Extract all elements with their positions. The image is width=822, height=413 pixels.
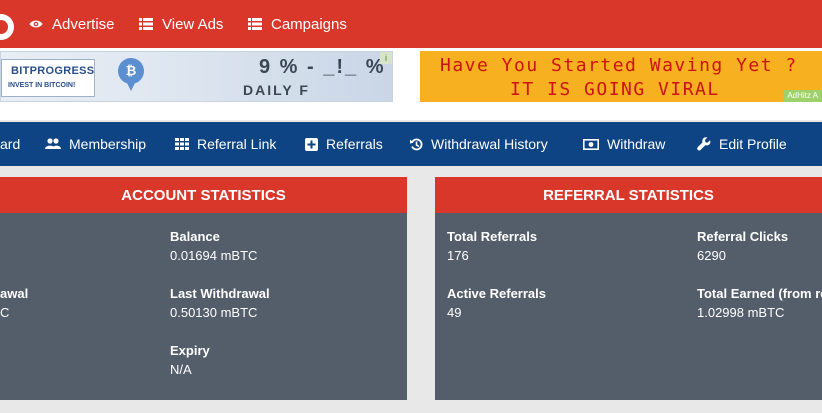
nav-dashboard[interactable]: ard xyxy=(0,122,20,166)
nav-advertise[interactable]: Advertise xyxy=(29,0,115,48)
stat-balance-value: 0.01694 mBTC xyxy=(170,248,258,263)
nav-dashboard-label: ard xyxy=(0,136,21,152)
nav-referrals[interactable]: Referrals xyxy=(305,122,383,166)
nav-membership[interactable]: Membership xyxy=(45,122,146,166)
banner-tagline: INVEST IN BITCOIN! xyxy=(8,82,76,89)
stat-expiry-label: Expiry xyxy=(170,343,210,358)
grid-icon xyxy=(175,138,189,150)
stat-total-earned: Total Earned (from re 1.02998 mBTC xyxy=(697,285,822,321)
banner-line1: Have You Started Waving Yet ? xyxy=(440,55,798,76)
stat-referral-clicks: Referral Clicks 6290 xyxy=(697,228,788,264)
banner-headline: 9 % - _!_ % xyxy=(259,56,386,78)
stat-total-referrals-value: 176 xyxy=(447,248,469,263)
money-icon xyxy=(583,138,599,150)
nav-withdrawal-history[interactable]: Withdrawal History xyxy=(410,122,548,166)
nav-referrals-label: Referrals xyxy=(326,136,383,152)
stat-last-withdrawal: Last Withdrawal 0.50130 mBTC xyxy=(170,285,270,321)
nav-edit-profile[interactable]: Edit Profile xyxy=(697,122,787,166)
stat-last-withdrawal-label: Last Withdrawal xyxy=(170,286,270,301)
stat-total-withdrawn-value: C xyxy=(0,305,10,320)
referral-statistics-title: REFERRAL STATISTICS xyxy=(435,177,822,213)
eye-icon xyxy=(29,19,43,29)
nav-withdraw-label: Withdraw xyxy=(607,136,666,152)
banner-subline: DAILY F xyxy=(243,82,310,98)
stat-total-referrals-label: Total Referrals xyxy=(447,229,538,244)
stat-balance: Balance 0.01694 mBTC xyxy=(170,228,257,264)
nav-referral-link[interactable]: Referral Link xyxy=(175,122,276,166)
stat-active-referrals-label: Active Referrals xyxy=(447,286,546,301)
wrench-icon xyxy=(697,137,711,151)
stat-referral-clicks-value: 6290 xyxy=(697,248,726,263)
nav-view-ads[interactable]: View Ads xyxy=(139,0,223,48)
stat-total-earned-value: 1.02998 mBTC xyxy=(697,305,785,320)
bitprogress-banner-ad[interactable]: BITPROGRESS INVEST IN BITCOIN! ₿ 9 % - _… xyxy=(0,51,393,102)
list-icon xyxy=(248,18,262,30)
nav-referral-link-label: Referral Link xyxy=(197,136,277,152)
bitprogress-logo: BITPROGRESS INVEST IN BITCOIN! xyxy=(1,59,95,97)
adhitz-badge[interactable]: AdHitz A xyxy=(783,90,822,102)
account-statistics-panel: ACCOUNT STATISTICS Balance 0.01694 mBTC … xyxy=(0,177,407,400)
stat-active-referrals: Active Referrals 49 xyxy=(447,285,546,321)
nav-membership-label: Membership xyxy=(69,136,147,152)
stat-total-earned-label: Total Earned (from re xyxy=(697,286,822,301)
account-nav: ard Membership Referral Link Referrals W xyxy=(0,122,822,166)
top-nav: Advertise View Ads Campaigns xyxy=(0,0,822,48)
ad-info-icon[interactable]: i xyxy=(380,52,392,64)
stat-total-referrals: Total Referrals 176 xyxy=(447,228,537,264)
nav-withdraw[interactable]: Withdraw xyxy=(583,122,665,166)
stat-last-withdrawal-value: 0.50130 mBTC xyxy=(170,305,258,320)
nav-advertise-label: Advertise xyxy=(52,15,115,33)
nav-view-ads-label: View Ads xyxy=(162,15,224,33)
account-statistics-title: ACCOUNT STATISTICS xyxy=(0,177,407,213)
nav-edit-profile-label: Edit Profile xyxy=(719,136,787,152)
referral-statistics-panel: REFERRAL STATISTICS Total Referrals 176 … xyxy=(435,177,822,400)
stat-referral-clicks-label: Referral Clicks xyxy=(697,229,789,244)
stat-expiry-value: N/A xyxy=(170,362,192,377)
list-icon xyxy=(139,18,153,30)
banner-row: BITPROGRESS INVEST IN BITCOIN! ₿ 9 % - _… xyxy=(0,48,822,120)
stat-expiry: Expiry N/A xyxy=(170,342,210,378)
plus-square-icon xyxy=(305,137,318,151)
page: Advertise View Ads Campaigns BITPROGRESS… xyxy=(0,0,822,413)
banner-brand: BITPROGRESS xyxy=(11,65,95,77)
nav-campaigns[interactable]: Campaigns xyxy=(248,0,347,48)
users-icon xyxy=(45,138,61,150)
banner-line2: IT IS GOING VIRAL xyxy=(510,79,720,100)
stat-active-referrals-value: 49 xyxy=(447,305,462,320)
bitcoin-pin-icon: ₿ xyxy=(118,58,144,91)
nav-withdrawal-history-label: Withdrawal History xyxy=(431,136,548,152)
logo-icon[interactable] xyxy=(0,14,14,40)
stat-total-withdrawn-label: awal xyxy=(0,286,29,301)
waving-banner-ad[interactable]: Have You Started Waving Yet ? IT IS GOIN… xyxy=(420,51,822,102)
history-icon xyxy=(410,138,423,151)
stat-balance-label: Balance xyxy=(170,229,220,244)
stat-total-withdrawn: awal C xyxy=(0,285,28,321)
nav-campaigns-label: Campaigns xyxy=(271,15,347,33)
